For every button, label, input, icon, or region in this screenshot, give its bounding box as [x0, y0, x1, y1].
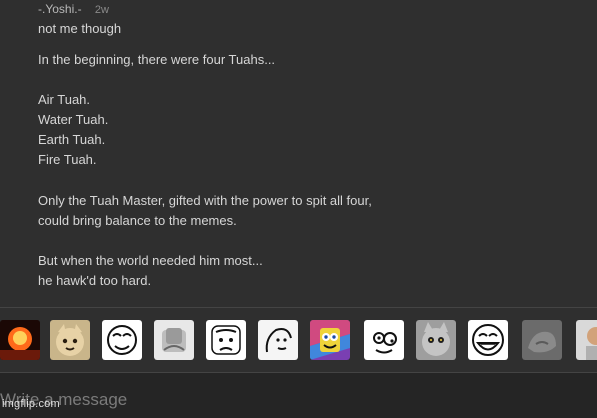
rock-meme-icon[interactable]: [522, 320, 562, 360]
okay-face-meme-icon[interactable]: [206, 320, 246, 360]
angry-cat-meme-icon[interactable]: [416, 320, 456, 360]
username[interactable]: -.Yoshi.-: [38, 2, 82, 16]
reply-text: not me though: [38, 21, 122, 36]
message-line: In the beginning, there were four Tuahs.…: [38, 52, 276, 67]
message-thread: -.Yoshi.- 2w not me though In the beginn…: [38, 0, 585, 300]
message-composer: [0, 373, 597, 418]
man-meme-icon[interactable]: [576, 320, 597, 360]
explosion-meme-icon[interactable]: [0, 320, 40, 360]
cat-meme-icon[interactable]: [50, 320, 90, 360]
chat-window: -.Yoshi.- 2w not me though In the beginn…: [0, 0, 597, 418]
message-meta: -.Yoshi.- 2w: [38, 2, 109, 16]
divider: [0, 307, 597, 308]
message-line: But when the world needed him most...: [38, 253, 263, 268]
message-line: Only the Tuah Master, gifted with the po…: [38, 193, 372, 208]
watermark: imgflip.com: [2, 398, 60, 410]
message-line: Water Tuah.: [38, 112, 109, 127]
lol-face-meme-icon[interactable]: [468, 320, 508, 360]
message-line: Fire Tuah.: [38, 152, 97, 167]
meme-picker-bar: [0, 316, 597, 370]
message-line: Earth Tuah.: [38, 132, 106, 147]
spongebob-meme-icon[interactable]: [310, 320, 350, 360]
timestamp: 2w: [94, 4, 109, 16]
message-line: could bring balance to the memes.: [38, 213, 237, 228]
thinking-face-meme-icon[interactable]: [258, 320, 298, 360]
message-line: he hawk'd too hard.: [38, 273, 152, 288]
rage-face-meme-icon[interactable]: [102, 320, 142, 360]
facepalm-meme-icon[interactable]: [154, 320, 194, 360]
derp-face-meme-icon[interactable]: [364, 320, 404, 360]
message-line: Air Tuah.: [38, 92, 91, 107]
